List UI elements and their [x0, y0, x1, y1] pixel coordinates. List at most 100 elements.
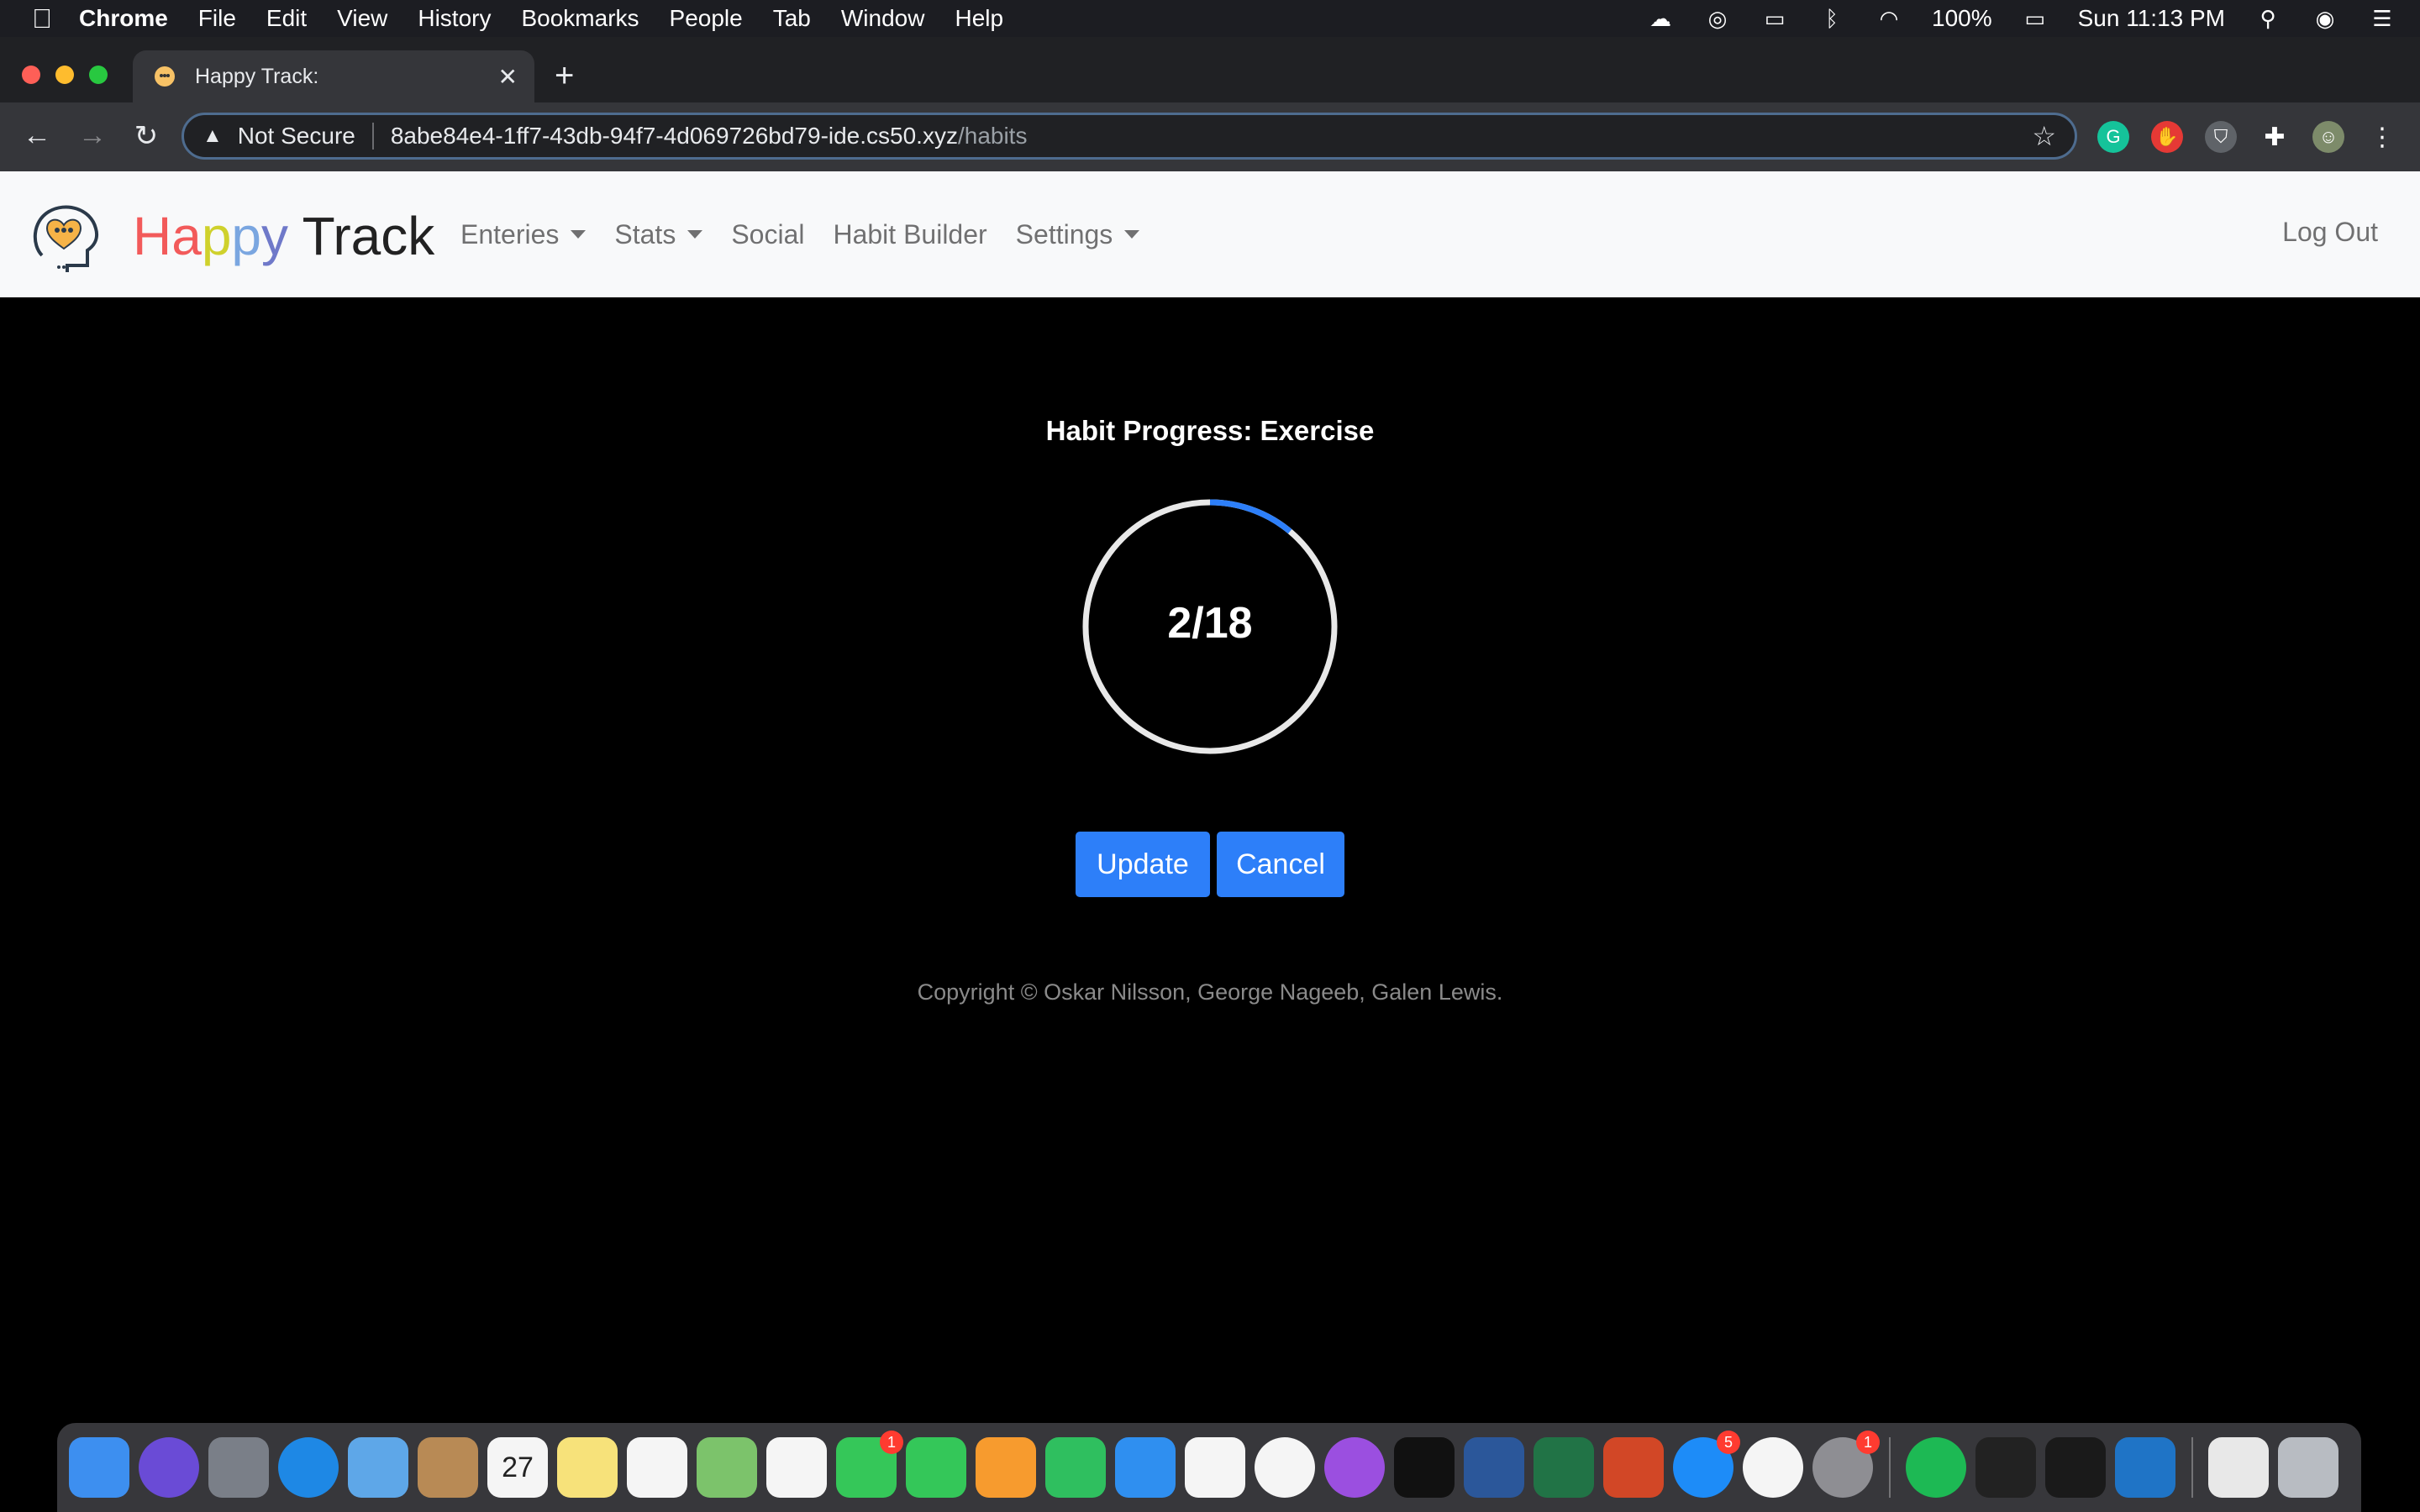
logout-link[interactable]: Log Out	[2282, 217, 2378, 248]
update-button[interactable]: Update	[1076, 832, 1210, 897]
dock-notes-icon[interactable]	[557, 1437, 618, 1498]
dock-finder-icon[interactable]	[69, 1437, 129, 1498]
url-path[interactable]: /habits	[958, 123, 1028, 150]
battery-percentage[interactable]: 100%	[1932, 5, 1992, 32]
happy-track-logo-icon[interactable]	[25, 197, 106, 277]
dock-calendar-icon[interactable]: 27	[487, 1437, 548, 1498]
tab-happy-track[interactable]: Happy Track: ✕	[133, 50, 534, 102]
dock-music-icon[interactable]	[1255, 1437, 1315, 1498]
dock-contacts-icon[interactable]	[418, 1437, 478, 1498]
dock-terminal-icon[interactable]	[1975, 1437, 2036, 1498]
window-minimize-button[interactable]	[55, 66, 74, 84]
dock-apple-tv-icon[interactable]	[1394, 1437, 1455, 1498]
menu-file[interactable]: File	[198, 5, 236, 32]
brand-track: Track	[302, 206, 435, 266]
creative-cloud-icon[interactable]: ◎	[1703, 6, 1732, 31]
window-zoom-button[interactable]	[89, 66, 108, 84]
dock-excel-icon[interactable]	[1534, 1437, 1594, 1498]
extensions-puzzle-icon[interactable]: ✚	[2259, 121, 2291, 153]
menu-help[interactable]: Help	[955, 5, 1003, 32]
cancel-button[interactable]: Cancel	[1217, 832, 1344, 897]
menu-tab[interactable]: Tab	[773, 5, 811, 32]
menu-history[interactable]: History	[418, 5, 491, 32]
chrome-menu-icon[interactable]: ⋮	[2366, 121, 2398, 153]
browser-tab-strip: Happy Track: ✕ +	[0, 37, 2420, 102]
stop-hand-extension-icon[interactable]: ✋	[2151, 121, 2183, 153]
menu-app-name[interactable]: Chrome	[79, 5, 168, 32]
shield-extension-icon[interactable]: ⛉	[2205, 121, 2237, 153]
dock-mail-icon[interactable]	[348, 1437, 408, 1498]
dock-podcasts-icon[interactable]	[1324, 1437, 1385, 1498]
dock-badge: 1	[880, 1431, 903, 1454]
nav-enteries-dropdown[interactable]: Enteries	[460, 219, 587, 250]
nav-stats-dropdown[interactable]: Stats	[614, 218, 703, 250]
caret-down-icon	[571, 230, 587, 239]
bookmark-star-icon[interactable]: ☆	[2032, 120, 2056, 152]
dock-news-icon[interactable]	[1185, 1437, 1245, 1498]
apple-icon[interactable]: 	[32, 3, 79, 34]
battery-icon[interactable]: ▭	[2021, 6, 2049, 31]
site-nav-links: Enteries Stats Social Habit Builder Sett…	[460, 171, 1168, 297]
dock-reminders-icon[interactable]	[627, 1437, 687, 1498]
dock-acrobat-icon[interactable]	[2045, 1437, 2106, 1498]
address-bar[interactable]: ▲ Not Secure 8abe84e4-1ff7-43db-94f7-4d0…	[182, 113, 2077, 160]
menu-edit[interactable]: Edit	[266, 5, 307, 32]
grammarly-extension-icon[interactable]: G	[2097, 121, 2129, 153]
nav-social-link[interactable]: Social	[731, 219, 804, 250]
dock-pages-icon[interactable]	[976, 1437, 1036, 1498]
dock-word-icon[interactable]	[1464, 1437, 1524, 1498]
brand-letter-y: y	[261, 206, 288, 266]
security-label[interactable]: Not Secure	[238, 123, 355, 150]
dock-photos-icon[interactable]	[766, 1437, 827, 1498]
dock-vscode-icon[interactable]	[2115, 1437, 2175, 1498]
window-close-button[interactable]	[22, 66, 40, 84]
dock-facetime-icon[interactable]	[906, 1437, 966, 1498]
control-center-icon[interactable]: ☰	[2368, 6, 2396, 31]
dock-badge: 5	[1717, 1431, 1740, 1454]
back-arrow-icon[interactable]: ←	[20, 119, 54, 152]
dock-numbers-icon[interactable]	[1045, 1437, 1106, 1498]
dock-badge: 1	[1856, 1431, 1880, 1454]
tab-favicon-icon	[155, 66, 175, 87]
wifi-icon[interactable]: ◠	[1875, 6, 1903, 31]
dock-powerpoint-icon[interactable]	[1603, 1437, 1664, 1498]
dock-keynote-icon[interactable]	[1115, 1437, 1176, 1498]
cloud-upload-icon[interactable]: ☁	[1646, 6, 1675, 31]
new-tab-icon[interactable]: +	[555, 57, 574, 95]
brand-name[interactable]: Happy Track	[133, 205, 434, 267]
bluetooth-icon[interactable]: ᛒ	[1818, 6, 1846, 31]
dock-siri-icon[interactable]	[139, 1437, 199, 1498]
tab-title: Happy Track:	[195, 64, 319, 88]
spotlight-search-icon[interactable]: ⚲	[2254, 6, 2282, 31]
tab-close-icon[interactable]: ✕	[498, 63, 518, 91]
habit-progress-count: 2/18	[1167, 599, 1253, 648]
dock-maps-icon[interactable]	[697, 1437, 757, 1498]
dock-messages-icon[interactable]: 1	[836, 1431, 903, 1498]
nav-settings-dropdown[interactable]: Settings	[1016, 219, 1140, 250]
nav-habit-builder-link[interactable]: Habit Builder	[833, 219, 986, 250]
menu-window[interactable]: Window	[841, 5, 925, 32]
menu-bookmarks[interactable]: Bookmarks	[521, 5, 639, 32]
dock-trash-icon[interactable]	[2278, 1437, 2338, 1498]
dock-spotify-icon[interactable]	[1906, 1437, 1966, 1498]
brand-letters-ha: Ha	[133, 206, 202, 266]
caret-down-icon	[687, 230, 703, 239]
airplay-icon[interactable]: ▭	[1760, 6, 1789, 31]
url-host[interactable]: 8abe84e4-1ff7-43db-94f7-4d069726bd79-ide…	[391, 123, 958, 150]
web-page: Happy Track Enteries Stats Social Habit …	[0, 171, 2420, 1421]
menubar-clock[interactable]: Sun 11:13 PM	[2078, 5, 2225, 32]
dock-archive-icon[interactable]	[2208, 1437, 2269, 1498]
forward-arrow-icon[interactable]: →	[76, 119, 109, 152]
siri-icon[interactable]: ◉	[2311, 6, 2339, 31]
menu-view[interactable]: View	[337, 5, 387, 32]
nav-stats-label: Stats	[614, 218, 676, 249]
dock-chrome-icon[interactable]	[1743, 1437, 1803, 1498]
menu-people[interactable]: People	[670, 5, 743, 32]
warning-triangle-icon[interactable]: ▲	[203, 124, 223, 148]
dock-safari-icon[interactable]	[278, 1437, 339, 1498]
reload-icon[interactable]: ↻	[129, 119, 163, 153]
profile-avatar[interactable]: ☺	[2312, 121, 2344, 153]
dock-system-preferences-icon[interactable]: 1	[1812, 1431, 1880, 1498]
dock-app-store-icon[interactable]: 5	[1673, 1431, 1740, 1498]
dock-launchpad-icon[interactable]	[208, 1437, 269, 1498]
